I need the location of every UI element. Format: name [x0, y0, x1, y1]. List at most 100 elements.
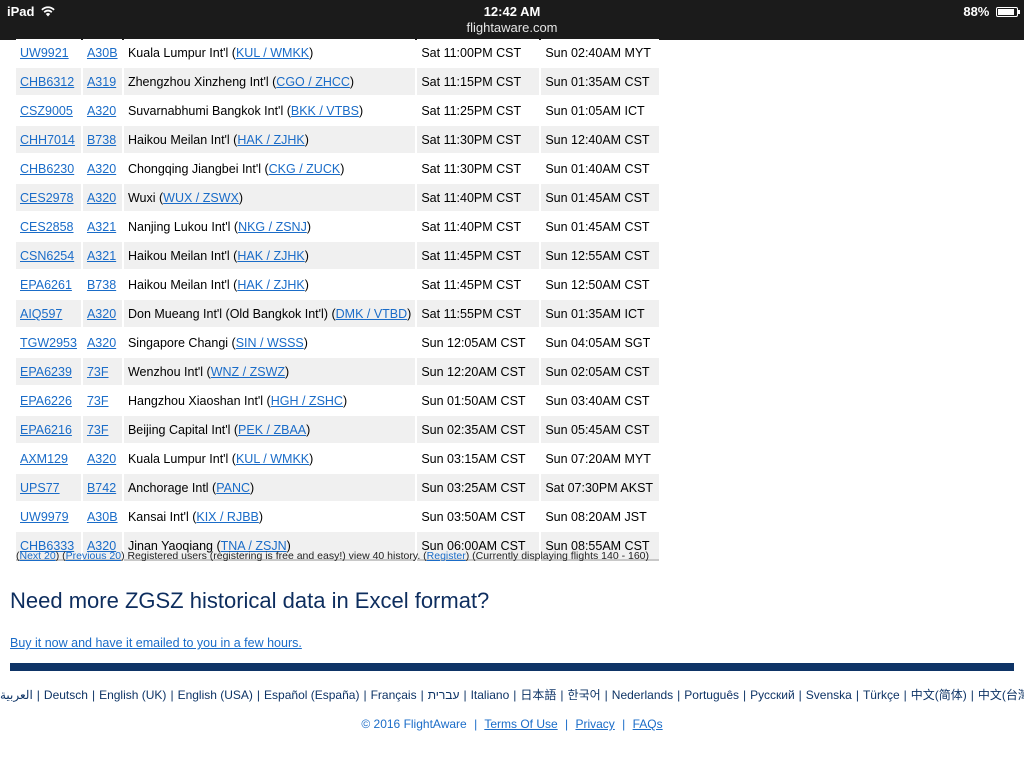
airport-code-link[interactable]: WNZ / ZSWZ: [211, 365, 285, 379]
flight-ident-link[interactable]: CES2978: [20, 191, 74, 205]
airport-code-link[interactable]: HGH / ZSHC: [271, 394, 343, 408]
flight-ident-link[interactable]: UW9921: [20, 46, 69, 60]
flight-ident-link[interactable]: CHB6312: [20, 75, 74, 89]
flight-ident-link[interactable]: CHH7014: [20, 133, 75, 147]
airport-code-link[interactable]: SIN / WSSS: [236, 336, 304, 350]
terms-link[interactable]: Terms Of Use: [484, 717, 557, 731]
origin-close-paren: ): [303, 336, 308, 350]
airport-code-link[interactable]: WUX / ZSWX: [163, 191, 239, 205]
airport-code-link[interactable]: PANC: [216, 481, 250, 495]
register-link[interactable]: Register: [427, 550, 466, 562]
language-separator: |: [256, 688, 261, 702]
airport-code-link[interactable]: BKK / VTBS: [291, 104, 359, 118]
language-link[interactable]: עברית: [428, 688, 460, 702]
language-link[interactable]: 中文(台灣): [978, 688, 1024, 702]
aircraft-type-link[interactable]: 73F: [87, 423, 109, 437]
origin-close-paren: ): [306, 423, 311, 437]
aircraft-type-link[interactable]: 73F: [87, 394, 109, 408]
flight-ident-link[interactable]: EPA6239: [20, 365, 72, 379]
language-link[interactable]: 中文(简体): [911, 688, 967, 702]
airport-code-link[interactable]: KIX / RJBB: [196, 510, 259, 524]
airport-code-link[interactable]: PEK / ZBAA: [238, 423, 306, 437]
aircraft-type-link[interactable]: A30B: [87, 46, 118, 60]
language-link[interactable]: العربية: [0, 688, 33, 702]
airport-code-link[interactable]: HAK / ZJHK: [237, 249, 304, 263]
airport-code-link[interactable]: HAK / ZJHK: [237, 278, 304, 292]
flight-ident-link[interactable]: EPA6226: [20, 394, 72, 408]
origin-cell: Don Mueang Int'l (Old Bangkok Int'l) (DM…: [123, 300, 416, 327]
language-link[interactable]: Español (España): [264, 688, 359, 702]
aircraft-type-link[interactable]: B742: [87, 481, 116, 495]
address-bar-url[interactable]: flightaware.com: [0, 20, 1024, 35]
ident-cell: CHH7014: [16, 126, 81, 153]
language-link[interactable]: English (UK): [99, 688, 166, 702]
ident-cell: CSN6254: [16, 242, 81, 269]
origin-name: Chongqing Jiangbei Int'l (: [127, 162, 269, 176]
aircraft-type-link[interactable]: A319: [87, 75, 116, 89]
language-link[interactable]: Deutsch: [44, 688, 88, 702]
language-separator: |: [513, 688, 517, 702]
footer-separator: |: [622, 717, 626, 731]
origin-cell: Wenzhou Int'l (WNZ / ZSWZ): [123, 358, 416, 385]
language-link[interactable]: Русский: [750, 688, 795, 702]
airport-code-link[interactable]: CGO / ZHCC: [276, 75, 350, 89]
language-link[interactable]: 日本語: [520, 688, 556, 702]
airport-code-link[interactable]: KUL / WMKK: [236, 46, 309, 60]
airport-code-link[interactable]: DMK / VTBD: [336, 307, 408, 321]
flight-ident-link[interactable]: EPA6216: [20, 423, 72, 437]
buy-data-link[interactable]: Buy it now and have it emailed to you in…: [10, 636, 302, 650]
flight-ident-link[interactable]: UW9979: [20, 510, 69, 524]
faqs-link[interactable]: FAQs: [633, 717, 663, 731]
previous-20-link[interactable]: Previous 20: [66, 550, 121, 562]
aircraft-cell: B738: [82, 271, 122, 298]
battery-tip: [1018, 10, 1020, 14]
aircraft-type-link[interactable]: B738: [87, 278, 116, 292]
airport-code-link[interactable]: CKG / ZUCK: [269, 162, 341, 176]
flight-ident-link[interactable]: TGW2953: [20, 336, 77, 350]
aircraft-type-link[interactable]: A30B: [87, 510, 118, 524]
arrival-cell: Sun 01:05AM ICT: [541, 97, 660, 124]
aircraft-type-link[interactable]: B738: [87, 133, 116, 147]
airport-code-link[interactable]: KUL / WMKK: [236, 452, 309, 466]
aircraft-type-link[interactable]: A320: [87, 307, 116, 321]
airport-code-link[interactable]: NKG / ZSNJ: [238, 220, 307, 234]
language-separator: |: [363, 688, 367, 702]
language-link[interactable]: Português: [684, 688, 739, 702]
language-link[interactable]: Türkçe: [863, 688, 900, 702]
arrival-cell: Sun 01:45AM CST: [541, 184, 660, 211]
aircraft-type-link[interactable]: A321: [87, 249, 116, 263]
language-link[interactable]: Italiano: [471, 688, 510, 702]
ident-cell: EPA6261: [16, 271, 81, 298]
airport-code-link[interactable]: HAK / ZJHK: [237, 133, 304, 147]
language-link[interactable]: Français: [371, 688, 417, 702]
flight-ident-link[interactable]: CSZ9005: [20, 104, 73, 118]
flight-ident-link[interactable]: CHB6230: [20, 162, 74, 176]
aircraft-type-link[interactable]: 73F: [87, 365, 109, 379]
arrival-cell: Sun 12:40AM CST: [541, 126, 660, 153]
privacy-link[interactable]: Privacy: [575, 717, 614, 731]
origin-close-paren: ): [407, 307, 412, 321]
origin-close-paren: ): [250, 481, 255, 495]
flight-ident-link[interactable]: EPA6261: [20, 278, 72, 292]
aircraft-type-link[interactable]: A320: [87, 104, 116, 118]
departure-cell: Sat 11:40PM CST: [417, 184, 540, 211]
language-link[interactable]: Svenska: [806, 688, 852, 702]
flight-ident-link[interactable]: UPS77: [20, 481, 60, 495]
language-link[interactable]: Nederlands: [612, 688, 673, 702]
language-link[interactable]: English (USA): [178, 688, 253, 702]
aircraft-type-link[interactable]: A320: [87, 162, 116, 176]
language-link[interactable]: 한국어: [568, 688, 601, 702]
origin-close-paren: ): [258, 510, 264, 524]
aircraft-cell: A320: [82, 300, 122, 327]
next-20-link[interactable]: Next 20: [20, 550, 56, 562]
aircraft-type-link[interactable]: A320: [87, 336, 116, 350]
flight-ident-link[interactable]: AXM129: [20, 452, 68, 466]
aircraft-type-link[interactable]: A320: [87, 452, 116, 466]
origin-close-paren: ): [306, 220, 311, 234]
aircraft-type-link[interactable]: A320: [87, 191, 116, 205]
aircraft-type-link[interactable]: A321: [87, 220, 116, 234]
ident-cell: TGW2953: [16, 329, 81, 356]
flight-ident-link[interactable]: AIQ597: [20, 307, 62, 321]
flight-ident-link[interactable]: CSN6254: [20, 249, 74, 263]
flight-ident-link[interactable]: CES2858: [20, 220, 74, 234]
